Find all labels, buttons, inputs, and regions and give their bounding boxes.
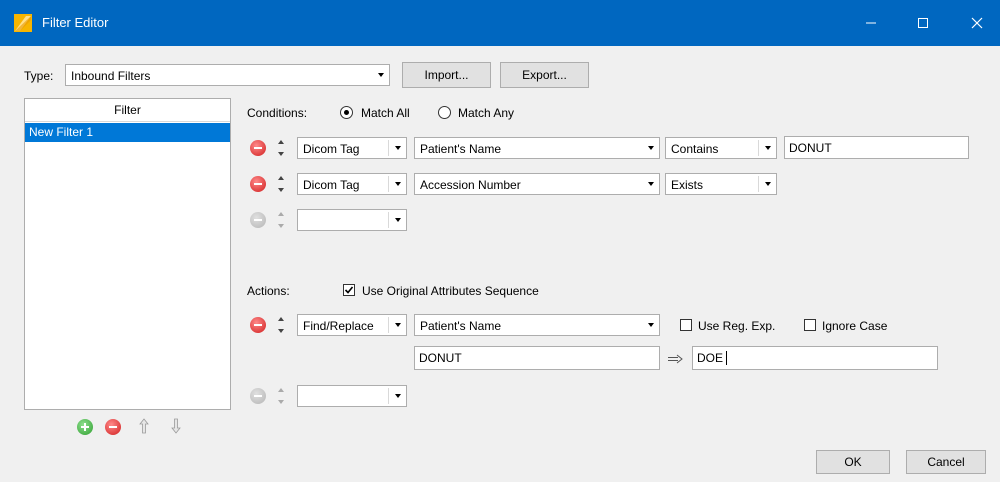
condition-attribute-value: Accession Number	[420, 178, 521, 192]
chevron-down-icon	[765, 182, 771, 186]
condition-attribute-select[interactable]: Patient's Name	[414, 137, 660, 159]
use-regexp-label: Use Reg. Exp.	[698, 319, 776, 333]
replace-text: DOE	[697, 351, 724, 365]
window-title: Filter Editor	[42, 15, 109, 30]
condition-attribute-value: Patient's Name	[420, 142, 501, 156]
text-cursor	[726, 351, 727, 365]
chevron-down-icon	[648, 323, 654, 327]
action-attribute-value: Patient's Name	[420, 319, 501, 333]
find-text: DONUT	[419, 351, 462, 365]
type-select[interactable]: Inbound Filters	[65, 64, 390, 86]
condition-operator-select[interactable]: Exists	[665, 173, 777, 195]
match-all-radio[interactable]	[340, 106, 353, 119]
use-original-label: Use Original Attributes Sequence	[362, 284, 539, 298]
actions-label: Actions:	[247, 284, 290, 298]
type-select-value: Inbound Filters	[71, 69, 151, 83]
ok-button[interactable]: OK	[816, 450, 890, 474]
reorder-updown-icon[interactable]	[277, 174, 285, 194]
minimize-button[interactable]	[848, 0, 894, 46]
action-attribute-select[interactable]: Patient's Name	[414, 314, 660, 336]
title-bar: Filter Editor	[0, 0, 1000, 46]
select-divider	[388, 140, 389, 156]
checkmark-icon	[344, 286, 354, 294]
arrow-up-icon[interactable]	[139, 418, 149, 434]
import-button-label: Import...	[424, 68, 469, 82]
select-divider	[388, 212, 389, 228]
cancel-button[interactable]: Cancel	[906, 450, 986, 474]
match-any-label: Match Any	[458, 106, 515, 120]
chevron-down-icon	[648, 182, 654, 186]
reorder-updown-icon[interactable]	[277, 386, 285, 406]
reorder-updown-icon[interactable]	[277, 210, 285, 230]
condition-attribute-select[interactable]: Accession Number	[414, 173, 660, 195]
reorder-updown-icon[interactable]	[277, 315, 285, 335]
app-icon	[14, 14, 32, 32]
arrow-down-icon[interactable]	[171, 418, 181, 434]
chevron-down-icon	[395, 394, 401, 398]
select-divider	[388, 176, 389, 192]
chevron-down-icon	[395, 323, 401, 327]
remove-condition-icon[interactable]	[250, 140, 266, 156]
condition-value-text: DONUT	[789, 141, 832, 155]
condition-source-select[interactable]	[297, 209, 407, 231]
condition-value-input[interactable]: DONUT	[784, 136, 969, 159]
maximize-button[interactable]	[900, 0, 946, 46]
chevron-down-icon	[378, 73, 384, 77]
filter-list-header: Filter	[25, 99, 230, 122]
filter-list[interactable]: Filter New Filter 1	[24, 98, 231, 410]
add-filter-icon[interactable]	[77, 419, 93, 435]
filter-list-item[interactable]: New Filter 1	[25, 123, 230, 142]
select-divider	[758, 176, 759, 192]
action-type-select[interactable]	[297, 385, 407, 407]
ok-button-label: OK	[844, 455, 862, 469]
ignore-case-checkbox[interactable]	[804, 319, 816, 331]
close-button[interactable]	[954, 0, 1000, 46]
condition-operator-value: Exists	[671, 178, 704, 192]
reorder-updown-icon[interactable]	[277, 138, 285, 158]
select-divider	[388, 317, 389, 333]
condition-operator-select[interactable]: Contains	[665, 137, 777, 159]
remove-condition-icon[interactable]	[250, 176, 266, 192]
type-label: Type:	[24, 69, 54, 83]
match-any-radio[interactable]	[438, 106, 451, 119]
match-all-label: Match All	[361, 106, 410, 120]
remove-filter-icon[interactable]	[105, 419, 121, 435]
maximize-icon	[918, 18, 928, 28]
replace-arrow-icon	[668, 354, 683, 364]
import-button[interactable]: Import...	[402, 62, 491, 88]
chevron-down-icon	[395, 218, 401, 222]
close-icon	[971, 17, 983, 29]
remove-condition-icon[interactable]	[250, 212, 266, 228]
condition-source-value: Dicom Tag	[303, 178, 360, 192]
chevron-down-icon	[648, 146, 654, 150]
condition-source-select[interactable]: Dicom Tag	[297, 137, 407, 159]
replace-input[interactable]: DOE	[692, 346, 938, 370]
action-type-value: Find/Replace	[303, 319, 374, 333]
remove-action-icon[interactable]	[250, 388, 266, 404]
cancel-button-label: Cancel	[927, 455, 965, 469]
chevron-down-icon	[395, 182, 401, 186]
condition-operator-value: Contains	[671, 142, 719, 156]
conditions-label: Conditions:	[247, 106, 308, 120]
chevron-down-icon	[765, 146, 771, 150]
use-original-checkbox[interactable]	[343, 284, 355, 296]
use-regexp-checkbox[interactable]	[680, 319, 692, 331]
condition-source-select[interactable]: Dicom Tag	[297, 173, 407, 195]
condition-source-value: Dicom Tag	[303, 142, 360, 156]
minimize-icon	[866, 22, 876, 24]
select-divider	[758, 140, 759, 156]
export-button-label: Export...	[522, 68, 567, 82]
chevron-down-icon	[395, 146, 401, 150]
remove-action-icon[interactable]	[250, 317, 266, 333]
select-divider	[388, 388, 389, 404]
ignore-case-label: Ignore Case	[822, 319, 888, 333]
export-button[interactable]: Export...	[500, 62, 589, 88]
find-input[interactable]: DONUT	[414, 346, 660, 370]
action-type-select[interactable]: Find/Replace	[297, 314, 407, 336]
